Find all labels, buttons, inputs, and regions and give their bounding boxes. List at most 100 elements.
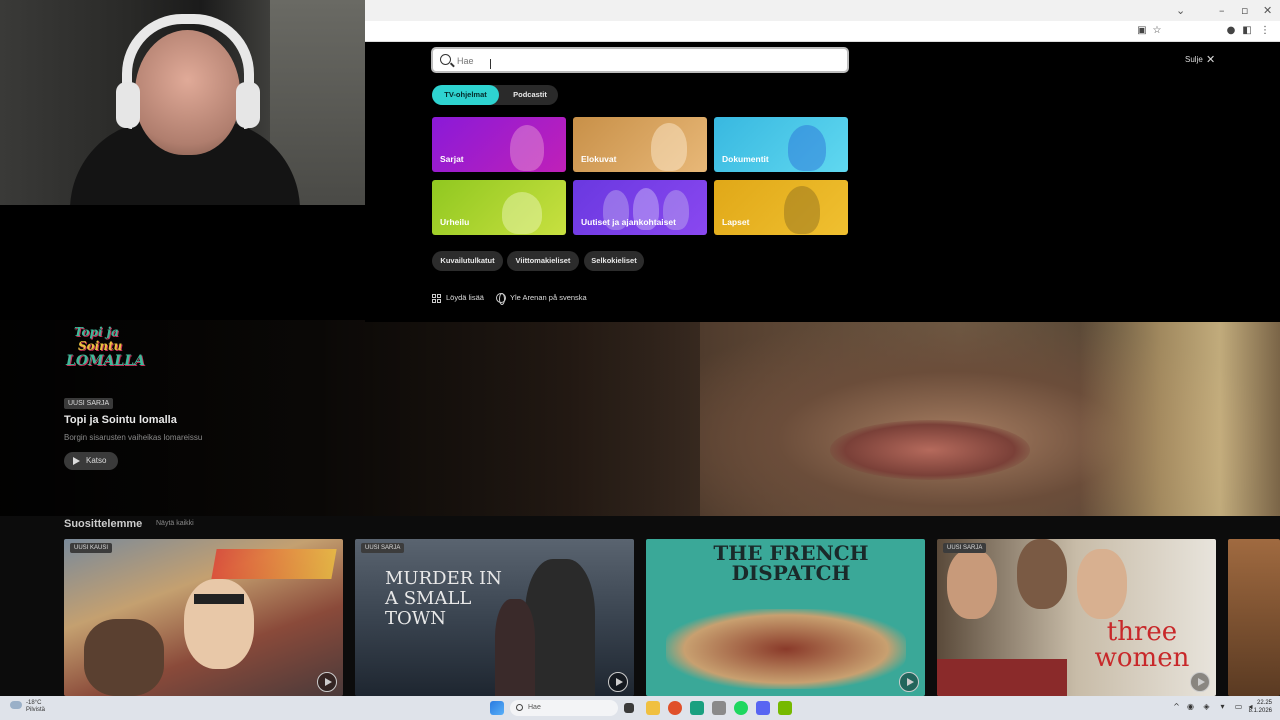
category-label: Uutiset ja ajankohtaiset (581, 217, 676, 227)
search-icon (516, 704, 523, 711)
card-4-face-1 (947, 549, 997, 619)
tray-shield-icon[interactable]: ◈ (1202, 702, 1211, 711)
browser-toolbar: ▣ ☆ ● ◧ ⋮ (365, 21, 1280, 42)
app-icon[interactable] (690, 701, 704, 715)
reader-mode-icon[interactable]: ▣ (1136, 25, 1148, 37)
category-uutiset[interactable]: Uutiset ja ajankohtaiset (573, 180, 707, 235)
category-urheilu[interactable]: Urheilu (432, 180, 566, 235)
card-1-person (184, 579, 254, 669)
clock-date: 8.1.2026 (1248, 708, 1272, 714)
weather-widget[interactable]: -18°C Pilvistä (26, 700, 45, 714)
tab-list-chevron-icon[interactable]: ⌄ (1176, 4, 1185, 17)
taskbar-search-label: Hae (528, 704, 541, 711)
card-1-sunglasses (194, 594, 244, 604)
category-person (651, 123, 687, 171)
taskbar-search[interactable]: Hae (510, 700, 618, 716)
swedish-arena-link[interactable]: Yle Arenan på svenska (510, 293, 587, 302)
bookmark-star-icon[interactable]: ☆ (1151, 25, 1163, 37)
tab-podcasts[interactable]: Podcastit (502, 85, 558, 105)
category-label: Urheilu (440, 217, 470, 227)
discord-icon[interactable] (756, 701, 770, 715)
tray-usb-icon[interactable]: ▾ (1218, 702, 1227, 711)
chip-sign-language[interactable]: Viittomakieliset (507, 251, 579, 271)
nvidia-icon[interactable] (778, 701, 792, 715)
spotify-icon[interactable] (734, 701, 748, 715)
logo-line-3: LOMALLA (66, 353, 145, 369)
card-show-4[interactable]: three women UUSI SARJA (937, 539, 1216, 696)
category-person (788, 125, 826, 171)
card-badge: UUSI SARJA (361, 543, 405, 553)
file-explorer-icon[interactable] (646, 701, 660, 715)
minimize-icon[interactable]: – (1219, 4, 1225, 17)
category-elokuvat[interactable]: Elokuvat (573, 117, 707, 172)
settings-icon[interactable] (712, 701, 726, 715)
hero-banner-image[interactable] (0, 320, 1280, 536)
search-input[interactable] (457, 53, 837, 69)
card-1-title-art (211, 549, 337, 579)
chip-easy-language[interactable]: Selkokieliset (584, 251, 644, 271)
system-clock[interactable]: 22.25 8.1.2026 (1248, 699, 1272, 715)
play-circle-icon[interactable] (1190, 672, 1210, 692)
extension-icon[interactable]: ● (1225, 25, 1237, 37)
card-4-car (937, 659, 1067, 696)
play-circle-icon[interactable] (317, 672, 337, 692)
category-label: Sarjat (440, 154, 464, 164)
puzzle-icon[interactable]: ◧ (1241, 25, 1253, 37)
cloud-icon (10, 701, 22, 709)
category-sarjat[interactable]: Sarjat (432, 117, 566, 172)
watch-label: Katso (86, 456, 107, 465)
logo-line-2: Sointu (78, 339, 123, 353)
discover-more-link[interactable]: Löydä lisää (446, 293, 484, 302)
new-series-badge: UUSI SARJA (64, 398, 114, 409)
tab-tv-programs[interactable]: TV-ohjelmat (432, 85, 499, 105)
task-view-icon[interactable] (624, 703, 634, 713)
screen: ⌄ – ▫ ✕ ▣ ☆ ● ◧ ⋮ Topi ja Sointu LOMALLA… (0, 0, 1280, 720)
hero-lips (830, 420, 1030, 480)
card-3-crowd (666, 609, 906, 689)
hero-description: Borgin sisarusten vaiheikas lomareissu (64, 433, 203, 442)
tray-chevron-icon[interactable]: ^ (1172, 702, 1181, 711)
play-icon (73, 457, 80, 465)
card-4-face-3 (1077, 549, 1127, 619)
grid-icon (432, 294, 441, 303)
windows-taskbar: -18°C Pilvistä Hae ^ ◉ ◈ ▾ ▭ ◂ 22.25 8.1… (0, 696, 1280, 720)
tray-app-icon[interactable]: ◉ (1186, 702, 1195, 711)
card-2-title-art: MURDER IN A SMALL TOWN (385, 568, 502, 629)
weather-desc: Pilvistä (26, 707, 46, 713)
category-lapset[interactable]: Lapset (714, 180, 848, 235)
play-circle-icon[interactable] (899, 672, 919, 692)
chip-audio-described[interactable]: Kuvailutulkatut (432, 251, 503, 271)
hero-title[interactable]: Topi ja Sointu lomalla (64, 414, 177, 426)
card-show-2[interactable]: MURDER IN A SMALL TOWN UUSI SARJA (355, 539, 634, 696)
category-label: Dokumentit (722, 154, 769, 164)
card-show-1[interactable]: UUSI KAUSI (64, 539, 343, 696)
window-close-icon[interactable]: ✕ (1263, 4, 1272, 17)
category-person (784, 186, 820, 234)
windows-start-icon[interactable] (490, 701, 504, 715)
webcam-overlay (0, 0, 365, 205)
close-icon[interactable]: ✕ (1206, 53, 1215, 66)
close-search-link[interactable]: Sulje (1185, 55, 1203, 64)
category-dokumentit[interactable]: Dokumentit (714, 117, 848, 172)
show-all-link[interactable]: Näytä kaikki (156, 520, 194, 527)
play-circle-icon[interactable] (608, 672, 628, 692)
watch-button[interactable]: Katso (64, 452, 118, 470)
globe-icon (496, 293, 506, 305)
headphone-cup-right (236, 82, 260, 128)
card-show-5-partial[interactable] (1228, 539, 1280, 696)
search-icon (440, 54, 451, 65)
recommended-heading: Suosittelemme (64, 518, 143, 530)
card-2-person (525, 559, 595, 696)
browser-title-bar: ⌄ – ▫ ✕ (365, 0, 1280, 21)
search-field[interactable] (431, 47, 849, 73)
card-show-3[interactable]: THE FRENCH DISPATCH (646, 539, 925, 696)
text-cursor-icon (490, 59, 492, 69)
category-person (502, 192, 542, 234)
category-label: Elokuvat (581, 154, 617, 164)
network-icon[interactable]: ▭ (1234, 702, 1243, 711)
search-tabs: TV-ohjelmat Podcastit (432, 85, 558, 105)
maximize-icon[interactable]: ▫ (1241, 4, 1248, 17)
card-1-person-2 (84, 619, 164, 696)
more-menu-icon[interactable]: ⋮ (1259, 25, 1271, 37)
firefox-icon[interactable] (668, 701, 682, 715)
